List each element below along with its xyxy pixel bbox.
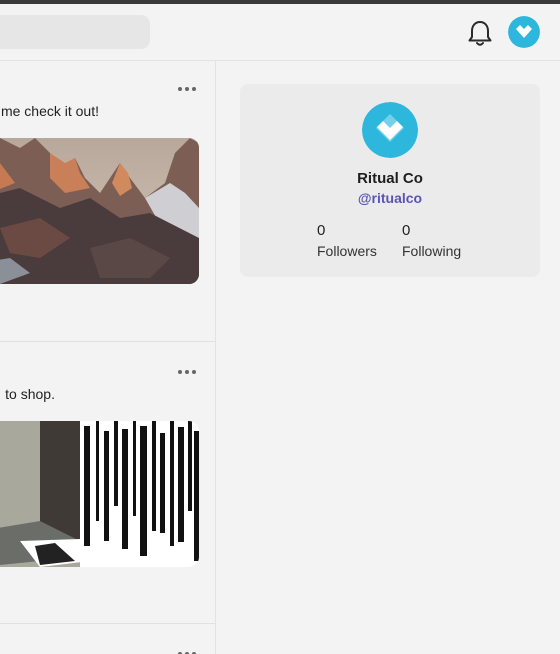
feed-column: me check it out! to shop. [0, 60, 216, 654]
feed-post: me check it out! [0, 60, 215, 341]
following-count: 0 [402, 222, 411, 239]
more-horizontal-icon[interactable] [178, 368, 198, 376]
followers-label: Followers [317, 243, 377, 259]
more-horizontal-icon[interactable] [178, 85, 198, 93]
user-avatar-icon[interactable] [508, 16, 540, 48]
profile-name: Ritual Co [357, 170, 423, 187]
profile-handle[interactable]: @ritualco [240, 190, 540, 206]
following-stat[interactable]: 0 Following [402, 222, 461, 259]
profile-avatar-icon[interactable] [362, 102, 418, 158]
search-input[interactable] [0, 15, 150, 49]
post-text: to shop. [5, 386, 55, 402]
followers-count: 0 [317, 222, 326, 239]
top-bar [0, 4, 560, 61]
feed-post: to shop. [0, 341, 215, 624]
more-horizontal-icon[interactable] [178, 650, 198, 654]
post-text: me check it out! [0, 103, 99, 119]
profile-card: Ritual Co @ritualco 0 Followers 0 Follow… [240, 84, 540, 277]
following-label: Following [402, 243, 462, 259]
bell-icon[interactable] [466, 18, 494, 48]
followers-stat[interactable]: 0 Followers [317, 222, 377, 259]
post-image-mountains[interactable] [0, 138, 199, 284]
feed-post [0, 623, 215, 654]
post-image-street[interactable] [0, 421, 199, 567]
